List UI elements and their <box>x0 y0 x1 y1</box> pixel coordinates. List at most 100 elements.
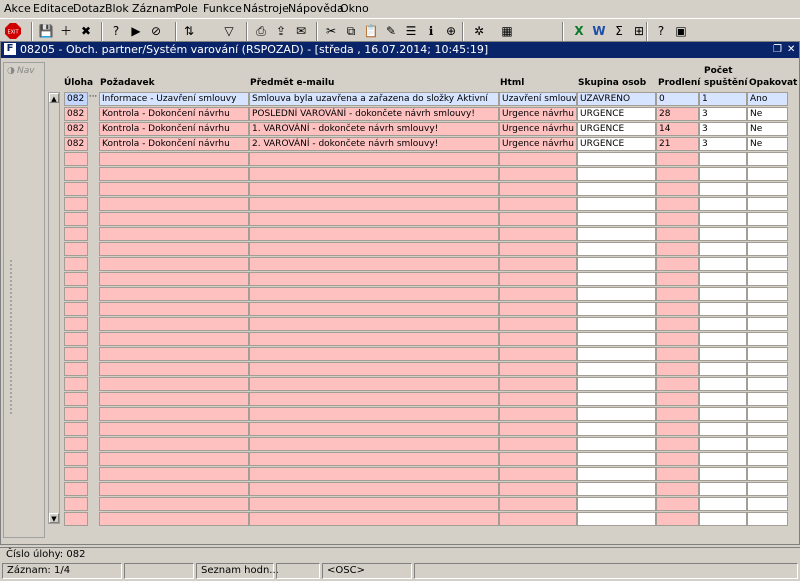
cell-skupina[interactable] <box>577 467 656 481</box>
cell-html[interactable] <box>499 452 577 466</box>
cell-html[interactable] <box>499 287 577 301</box>
cell-prodleni[interactable] <box>656 317 699 331</box>
cell-html[interactable]: Urgence návrhu <box>499 107 577 121</box>
cell-uloha[interactable] <box>64 467 88 481</box>
close-icon[interactable]: ✕ <box>787 44 795 56</box>
sort-icon[interactable]: ⇅ <box>180 22 198 40</box>
sigma-icon[interactable]: Σ <box>610 22 628 40</box>
cell-prodleni[interactable] <box>656 257 699 271</box>
cell-html[interactable] <box>499 212 577 226</box>
cell-pocet[interactable] <box>699 437 747 451</box>
exit-icon[interactable]: EXIT <box>4 22 22 40</box>
cell-opakovat[interactable] <box>747 182 788 196</box>
cell-predmet[interactable] <box>249 512 499 526</box>
restore-icon[interactable]: ❐ <box>773 44 782 56</box>
cell-opakovat[interactable] <box>747 422 788 436</box>
scroll-up-icon[interactable]: ▲ <box>49 93 59 103</box>
cell-pozadavek[interactable] <box>99 362 249 376</box>
cell-pozadavek[interactable] <box>99 257 249 271</box>
cell-opakovat[interactable] <box>747 167 788 181</box>
cell-predmet[interactable]: 1. VAROVÁNÍ - dokončete návrh smlouvy! <box>249 122 499 136</box>
cell-pozadavek[interactable] <box>99 197 249 211</box>
cell-html[interactable] <box>499 167 577 181</box>
cell-html[interactable]: Urgence návrhu <box>499 137 577 151</box>
cell-html[interactable] <box>499 227 577 241</box>
cell-skupina[interactable] <box>577 197 656 211</box>
cell-prodleni[interactable] <box>656 227 699 241</box>
cell-pozadavek[interactable] <box>99 467 249 481</box>
cell-html[interactable] <box>499 497 577 511</box>
menu-záznam[interactable]: Záznam <box>132 2 176 15</box>
cell-pocet[interactable] <box>699 407 747 421</box>
cell-pozadavek[interactable] <box>99 407 249 421</box>
cell-predmet[interactable] <box>249 242 499 256</box>
cell-uloha[interactable]: 082 <box>64 107 88 121</box>
cell-prodleni[interactable]: 0 <box>656 92 699 106</box>
cell-opakovat[interactable] <box>747 152 788 166</box>
cell-predmet[interactable] <box>249 332 499 346</box>
cell-opakovat[interactable]: Ne <box>747 107 788 121</box>
cell-uloha[interactable] <box>64 197 88 211</box>
cell-prodleni[interactable] <box>656 347 699 361</box>
cell-skupina[interactable] <box>577 332 656 346</box>
cell-pozadavek[interactable] <box>99 377 249 391</box>
nav-panel[interactable]: ◑ Nav <box>3 62 45 538</box>
cell-opakovat[interactable] <box>747 392 788 406</box>
cell-opakovat[interactable] <box>747 467 788 481</box>
cell-predmet[interactable] <box>249 302 499 316</box>
cell-uloha[interactable] <box>64 302 88 316</box>
cell-pozadavek[interactable] <box>99 317 249 331</box>
cell-opakovat[interactable] <box>747 497 788 511</box>
cell-opakovat[interactable] <box>747 482 788 496</box>
cell-pocet[interactable] <box>699 332 747 346</box>
cell-pozadavek[interactable] <box>99 212 249 226</box>
cell-uloha[interactable] <box>64 482 88 496</box>
menu-akce[interactable]: Akce <box>4 2 31 15</box>
cell-prodleni[interactable] <box>656 182 699 196</box>
cell-html[interactable] <box>499 482 577 496</box>
cell-opakovat[interactable] <box>747 362 788 376</box>
cell-opakovat[interactable] <box>747 197 788 211</box>
cell-predmet[interactable] <box>249 167 499 181</box>
cell-predmet[interactable] <box>249 347 499 361</box>
cell-html[interactable] <box>499 182 577 196</box>
cell-opakovat[interactable] <box>747 242 788 256</box>
cell-opakovat[interactable] <box>747 377 788 391</box>
cell-html[interactable] <box>499 197 577 211</box>
cell-pozadavek[interactable] <box>99 302 249 316</box>
cell-pozadavek[interactable] <box>99 392 249 406</box>
cell-skupina[interactable] <box>577 227 656 241</box>
cell-skupina[interactable]: URGENCE <box>577 107 656 121</box>
window-icon[interactable]: ▣ <box>672 22 690 40</box>
menu-nápověda[interactable]: Nápověda <box>288 2 344 15</box>
cell-predmet[interactable] <box>249 317 499 331</box>
cell-predmet[interactable] <box>249 452 499 466</box>
cell-opakovat[interactable] <box>747 332 788 346</box>
cell-opakovat[interactable] <box>747 347 788 361</box>
cell-skupina[interactable] <box>577 482 656 496</box>
cell-pozadavek[interactable] <box>99 167 249 181</box>
filter-icon[interactable]: ▽ <box>220 22 238 40</box>
cell-pocet[interactable] <box>699 452 747 466</box>
cell-pozadavek[interactable]: Kontrola - Dokončení návrhu <box>99 122 249 136</box>
cell-pozadavek[interactable] <box>99 422 249 436</box>
cell-predmet[interactable] <box>249 437 499 451</box>
cell-predmet[interactable] <box>249 152 499 166</box>
cell-skupina[interactable] <box>577 257 656 271</box>
cell-html[interactable] <box>499 392 577 406</box>
cell-pozadavek[interactable] <box>99 272 249 286</box>
cell-opakovat[interactable] <box>747 257 788 271</box>
cell-skupina[interactable] <box>577 302 656 316</box>
cell-pozadavek[interactable] <box>99 452 249 466</box>
cell-html[interactable] <box>499 317 577 331</box>
cell-pozadavek[interactable] <box>99 152 249 166</box>
cell-pocet[interactable] <box>699 287 747 301</box>
cell-prodleni[interactable] <box>656 287 699 301</box>
cell-opakovat[interactable] <box>747 272 788 286</box>
cell-skupina[interactable] <box>577 347 656 361</box>
cell-html[interactable] <box>499 272 577 286</box>
cell-predmet[interactable] <box>249 467 499 481</box>
menu-funkce[interactable]: Funkce <box>203 2 242 15</box>
cell-uloha[interactable] <box>64 452 88 466</box>
cell-predmet[interactable] <box>249 287 499 301</box>
